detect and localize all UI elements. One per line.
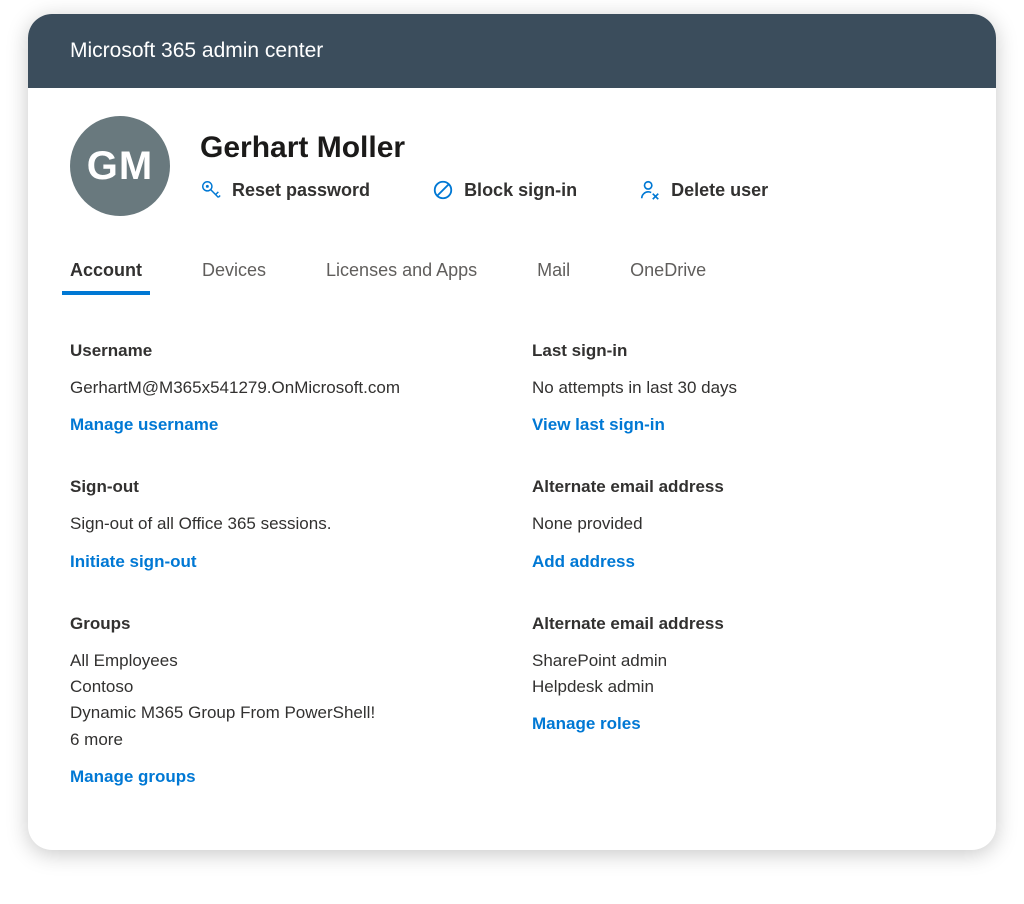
action-row: Reset password Block sign-in: [200, 179, 954, 201]
block-signin-button[interactable]: Block sign-in: [432, 179, 577, 201]
avatar: GM: [70, 116, 170, 216]
avatar-initials: GM: [87, 144, 153, 189]
roles-section: Alternate email address SharePoint admin…: [532, 614, 954, 787]
initiate-signout-link[interactable]: Initiate sign-out: [70, 552, 197, 572]
groups-line-4: 6 more: [70, 727, 492, 753]
groups-line-3: Dynamic M365 Group From PowerShell!: [70, 700, 492, 726]
groups-line-1: All Employees: [70, 648, 492, 674]
last-signin-value: No attempts in last 30 days: [532, 375, 954, 401]
block-icon: [432, 179, 454, 201]
block-signin-label: Block sign-in: [464, 180, 577, 201]
roles-heading: Alternate email address: [532, 614, 954, 634]
add-address-link[interactable]: Add address: [532, 552, 635, 572]
view-last-signin-link[interactable]: View last sign-in: [532, 415, 665, 435]
username-value: GerhartM@M365x541279.OnMicrosoft.com: [70, 375, 492, 401]
groups-heading: Groups: [70, 614, 492, 634]
signout-heading: Sign-out: [70, 477, 492, 497]
username-section: Username GerhartM@M365x541279.OnMicrosof…: [70, 341, 492, 435]
roles-line-2: Helpdesk admin: [532, 674, 954, 700]
groups-line-2: Contoso: [70, 674, 492, 700]
manage-roles-link[interactable]: Manage roles: [532, 714, 641, 734]
tab-licenses[interactable]: Licenses and Apps: [326, 260, 477, 293]
admin-card: Microsoft 365 admin center GM Gerhart Mo…: [28, 14, 996, 850]
app-title: Microsoft 365 admin center: [70, 39, 323, 63]
alt-email-heading: Alternate email address: [532, 477, 954, 497]
person-delete-icon: [639, 179, 661, 201]
user-name: Gerhart Moller: [200, 131, 954, 165]
signout-value: Sign-out of all Office 365 sessions.: [70, 511, 492, 537]
delete-user-label: Delete user: [671, 180, 768, 201]
roles-line-1: SharePoint admin: [532, 648, 954, 674]
reset-password-button[interactable]: Reset password: [200, 179, 370, 201]
titlebar: Microsoft 365 admin center: [28, 14, 996, 88]
manage-username-link[interactable]: Manage username: [70, 415, 218, 435]
last-signin-section: Last sign-in No attempts in last 30 days…: [532, 341, 954, 435]
tab-devices[interactable]: Devices: [202, 260, 266, 293]
tab-onedrive[interactable]: OneDrive: [630, 260, 706, 293]
manage-groups-link[interactable]: Manage groups: [70, 767, 196, 787]
last-signin-heading: Last sign-in: [532, 341, 954, 361]
tab-account[interactable]: Account: [70, 260, 142, 293]
user-header: GM Gerhart Moller Reset password: [28, 88, 996, 226]
tabs: Account Devices Licenses and Apps Mail O…: [28, 226, 996, 293]
reset-password-label: Reset password: [232, 180, 370, 201]
alt-email-section: Alternate email address None provided Ad…: [532, 477, 954, 571]
tab-mail[interactable]: Mail: [537, 260, 570, 293]
alt-email-value: None provided: [532, 511, 954, 537]
username-heading: Username: [70, 341, 492, 361]
key-icon: [200, 179, 222, 201]
user-info: Gerhart Moller Reset password: [200, 131, 954, 201]
signout-section: Sign-out Sign-out of all Office 365 sess…: [70, 477, 492, 571]
delete-user-button[interactable]: Delete user: [639, 179, 768, 201]
groups-section: Groups All Employees Contoso Dynamic M36…: [70, 614, 492, 787]
account-content: Username GerhartM@M365x541279.OnMicrosof…: [28, 293, 996, 807]
